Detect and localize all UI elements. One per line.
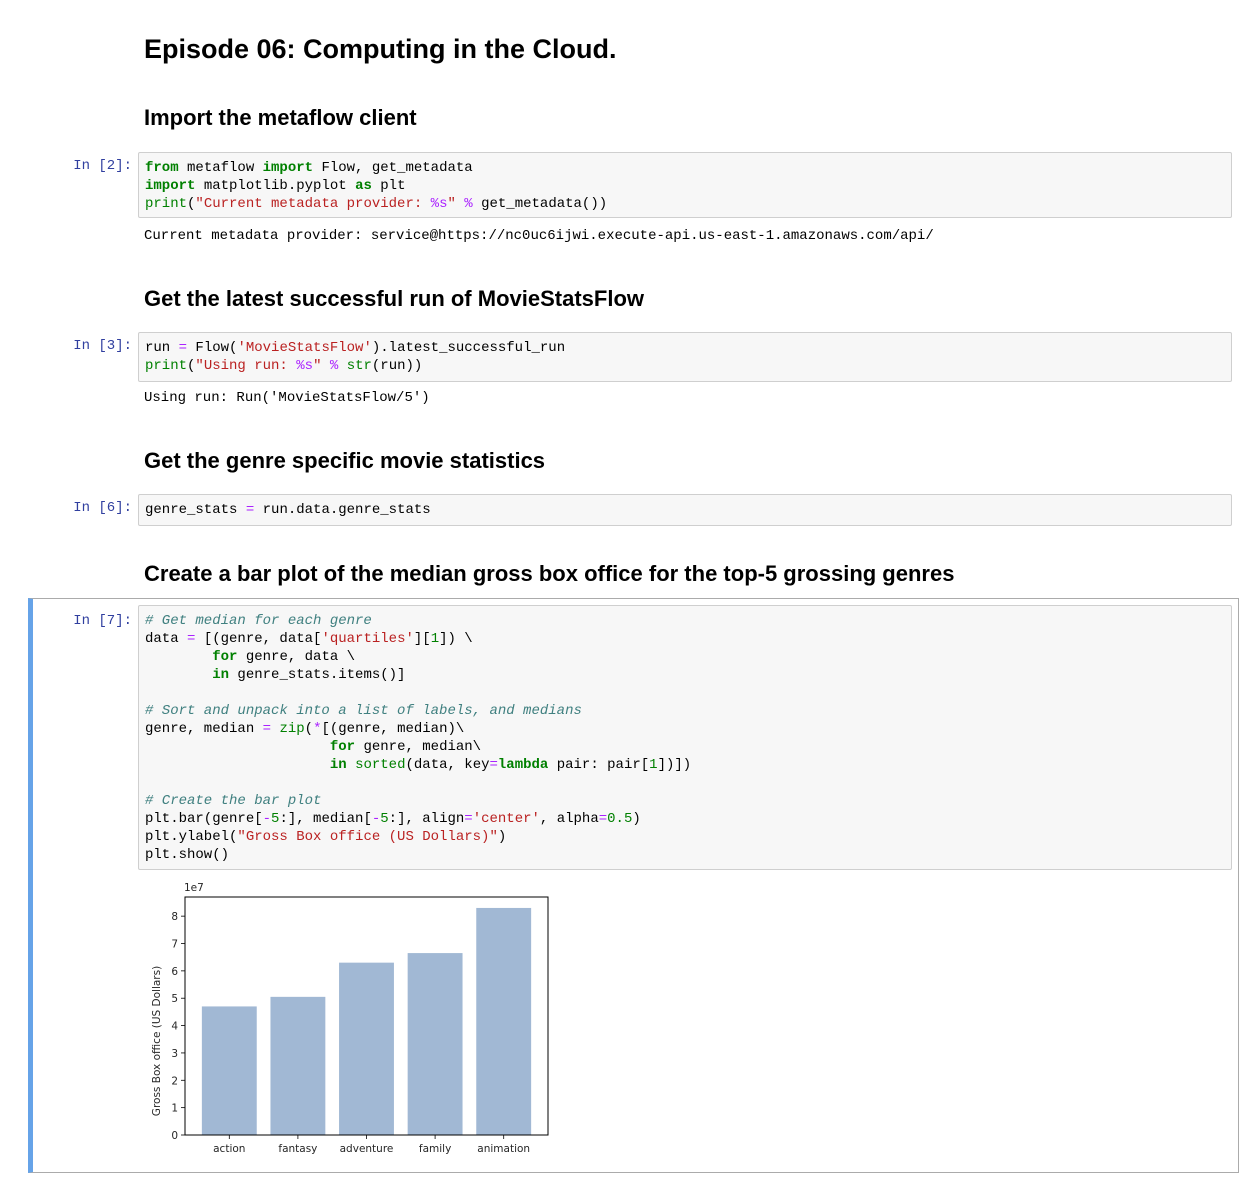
code-line: for genre, data \	[212, 649, 356, 665]
code-text: # Get median for each genre data = [(gen…	[145, 612, 691, 864]
code-line: genre_stats = run.data.genre_stats	[145, 502, 431, 518]
cell-heading-genre-stats: Get the genre specific movie statistics	[144, 448, 546, 473]
bar	[407, 953, 463, 1135]
code-line: data = [(genre, data['quartiles'][1]) \	[145, 631, 473, 647]
x-tick-label: family	[419, 1143, 451, 1155]
code-text: from metaflow import Flow, get_metadata …	[145, 159, 607, 213]
cell-heading-latest-run: Get the latest successful run of MovieSt…	[144, 286, 644, 311]
code-line: run = Flow('MovieStatsFlow').latest_succ…	[145, 340, 566, 356]
cell-prompt: In [2]:	[73, 158, 132, 174]
bar-chart: 1e7 Gross Box office (US Dollars) 0 1 2 3 4 5…	[151, 882, 549, 1155]
code-cell-input[interactable]: run = Flow('MovieStatsFlow').latest_succ…	[138, 332, 1232, 382]
cell-heading-bar-plot: Create a bar plot of the median gross bo…	[144, 561, 955, 586]
cell-prompt: In [3]:	[73, 338, 132, 354]
y-tick-label: 8	[171, 911, 178, 923]
code-line: # Create the bar plot	[145, 793, 322, 809]
x-tick-label: action	[213, 1143, 245, 1155]
cell-prompt: In [6]:	[73, 500, 132, 516]
code-line: print("Current metadata provider: %s" % …	[145, 196, 608, 212]
code-line: plt.ylabel("Gross Box office (US Dollars…	[145, 829, 507, 845]
y-tick-label: 3	[171, 1048, 178, 1060]
cell-output: Using run: Run('MovieStatsFlow/5')	[144, 390, 430, 406]
code-line: import matplotlib.pyplot as plt	[145, 178, 406, 194]
code-line: from metaflow import Flow, get_metadata	[145, 160, 473, 176]
code-cell-input[interactable]: # Get median for each genre data = [(gen…	[138, 605, 1232, 870]
bar	[270, 996, 326, 1135]
cell-prompt: In [7]:	[73, 613, 132, 629]
code-line: print("Using run: %s" % str(run))	[145, 358, 423, 374]
notebook-title: Episode 06: Computing in the Cloud.	[144, 34, 617, 64]
code-line: plt.show()	[145, 847, 230, 863]
y-tick-label: 6	[171, 966, 178, 978]
bar	[476, 907, 532, 1135]
x-tick-label: animation	[477, 1143, 530, 1155]
code-cell-input[interactable]: from metaflow import Flow, get_metadata …	[138, 152, 1232, 218]
code-line: # Get median for each genre	[145, 613, 372, 629]
y-tick-label: 5	[171, 993, 178, 1005]
code-line: in genre_stats.items()]	[212, 667, 406, 683]
y-tick-label: 7	[171, 939, 178, 951]
y-tick-label: 4	[171, 1021, 178, 1033]
code-line: # Sort and unpack into a list of labels,…	[145, 703, 582, 719]
plot-area: 0 1 2 3 4 5 6 7 8 action fantasy adventure family ani…	[171, 907, 532, 1155]
code-cell-input[interactable]: genre_stats = run.data.genre_stats	[138, 494, 1232, 526]
y-axis-label: Gross Box office (US Dollars)	[151, 966, 163, 1116]
code-line: for genre, median\	[329, 739, 482, 755]
cell-output: Current metadata provider: service@https…	[144, 228, 934, 244]
code-line: genre, median = zip(*[(genre, median)\	[145, 721, 465, 737]
x-tick-label: adventure	[340, 1143, 394, 1155]
x-tick-label: fantasy	[278, 1143, 317, 1155]
code-line: plt.bar(genre[-5:], median[-5:], align='…	[145, 811, 641, 827]
y-tick-label: 0	[171, 1130, 178, 1142]
y-tick-label: 2	[171, 1075, 178, 1087]
code-text: run = Flow('MovieStatsFlow').latest_succ…	[145, 339, 565, 375]
cell-heading-import: Import the metaflow client	[144, 105, 417, 130]
y-tick-label: 1	[171, 1103, 178, 1115]
code-line: in sorted(data, key=lambda pair: pair[1]…	[329, 757, 692, 773]
code-text: genre_stats = run.data.genre_stats	[145, 501, 431, 519]
scale-label: 1e7	[184, 882, 204, 894]
bar	[201, 1006, 257, 1135]
bar	[339, 962, 394, 1135]
